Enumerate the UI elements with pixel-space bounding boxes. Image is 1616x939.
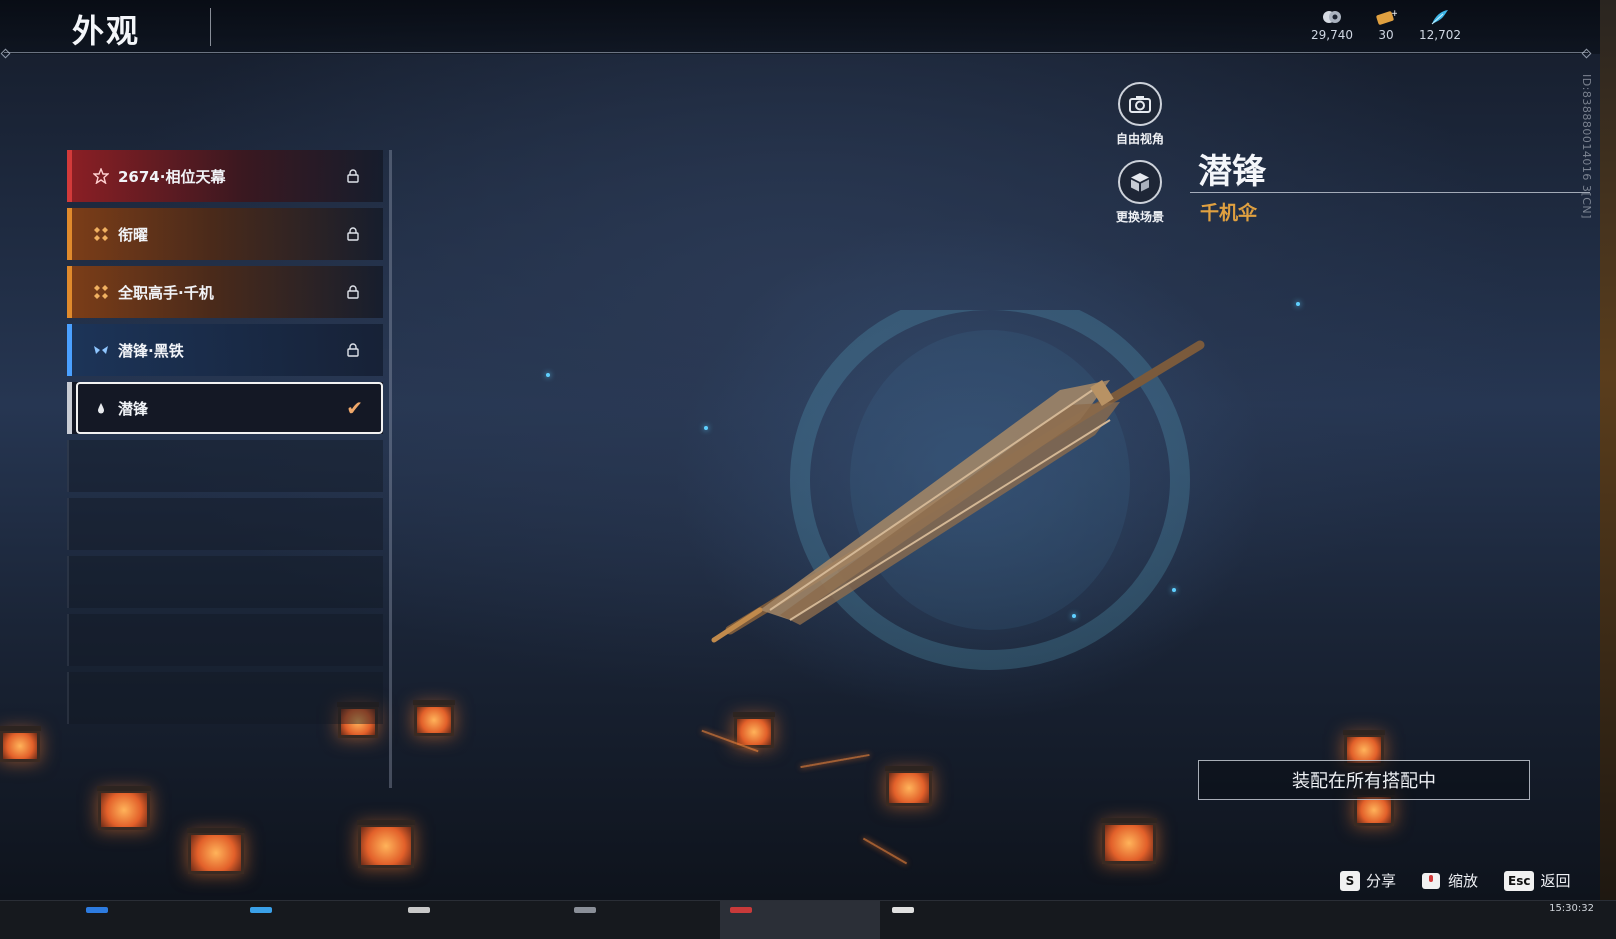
skin-item-qianfeng[interactable]: 潜锋 ✔ — [67, 382, 383, 434]
zoom-hint[interactable]: 缩放 — [1420, 870, 1478, 891]
free-camera-button[interactable]: 自由视角 — [1095, 82, 1185, 147]
mouse-icon — [1420, 871, 1442, 891]
feather-icon — [1429, 8, 1451, 26]
change-scene-button[interactable]: 更换场景 — [1095, 160, 1185, 225]
feather-amount: 12,702 — [1419, 28, 1461, 42]
ticket-amount: 30 — [1378, 28, 1394, 42]
lantern-decor — [1101, 818, 1157, 864]
quad-diamond-icon — [90, 226, 112, 242]
back-hint[interactable]: Esc 返回 — [1504, 870, 1570, 891]
lock-icon — [345, 284, 361, 300]
title-divider — [210, 8, 211, 46]
skin-list-scrollbar[interactable] — [389, 150, 392, 788]
change-scene-label: 更换场景 — [1115, 210, 1164, 224]
skin-label: 潜锋·黑铁 — [118, 341, 184, 360]
skin-item-heitie[interactable]: 潜锋·黑铁 — [67, 324, 383, 376]
drop-icon — [90, 401, 112, 415]
light-streak — [862, 837, 908, 865]
lantern-decor — [413, 700, 455, 736]
weapon-name: 潜锋 — [1198, 152, 1266, 192]
esc-key: Esc — [1504, 870, 1535, 891]
empty-slot — [67, 498, 383, 550]
taskbar-app-icon[interactable] — [730, 907, 752, 913]
share-label: 分享 — [1366, 872, 1397, 890]
skin-item-2674[interactable]: 2674·相位天幕 — [67, 150, 383, 202]
skin-list: 2674·相位天幕 衔曜 全职高手·千机 潜锋·黑铁 潜锋 ✔ — [67, 150, 385, 730]
taskbar-app-icon[interactable] — [574, 907, 596, 913]
wings-icon — [90, 344, 112, 356]
skin-label: 全职高手·千机 — [118, 283, 214, 302]
lantern-decor — [0, 726, 41, 762]
quad-diamond-icon — [90, 284, 112, 300]
header-divider — [4, 52, 1588, 53]
window-edge — [1600, 0, 1616, 939]
coin-amount: 29,740 — [1311, 28, 1353, 42]
free-camera-label: 自由视角 — [1115, 132, 1164, 146]
taskbar-clock[interactable]: 15:30:32 — [1549, 903, 1594, 914]
lock-icon — [345, 342, 361, 358]
skin-label: 2674·相位天幕 — [118, 167, 226, 186]
taskbar-app-icon[interactable] — [892, 907, 914, 913]
empty-slot — [67, 440, 383, 492]
os-taskbar: 15:30:32 — [0, 900, 1616, 939]
ticket-icon: + — [1375, 8, 1397, 26]
skin-label: 衔曜 — [118, 225, 149, 244]
lantern-decor — [885, 766, 933, 806]
spark — [1296, 302, 1300, 306]
coin-icon — [1321, 8, 1343, 26]
skin-item-xianyao[interactable]: 衔曜 — [67, 208, 383, 260]
svg-text:+: + — [1391, 9, 1397, 19]
taskbar-app-icon[interactable] — [86, 907, 108, 913]
star-icon — [90, 168, 112, 184]
share-hint[interactable]: S 分享 — [1340, 870, 1396, 891]
share-key: S — [1340, 870, 1360, 891]
weapon-model — [711, 310, 1205, 670]
player-id: ID:838880014016 3[CN] — [1580, 74, 1593, 219]
skin-item-qianji[interactable]: 全职高手·千机 — [67, 266, 383, 318]
back-label: 返回 — [1540, 872, 1571, 890]
empty-slot — [67, 556, 383, 608]
taskbar-app-icon[interactable] — [250, 907, 272, 913]
currency-feathers[interactable]: 12,702 — [1410, 8, 1470, 42]
skin-label: 潜锋 — [118, 399, 149, 418]
currency-tickets[interactable]: + 30 — [1356, 8, 1416, 42]
check-icon: ✔ — [346, 396, 363, 420]
lock-icon — [345, 168, 361, 184]
equip-all-button[interactable]: 装配在所有搭配中 — [1198, 760, 1530, 800]
zoom-label: 缩放 — [1448, 872, 1479, 890]
empty-slot — [67, 672, 383, 724]
weapon-type: 千机伞 — [1200, 202, 1258, 224]
lock-icon — [345, 226, 361, 242]
taskbar-app-icon[interactable] — [408, 907, 430, 913]
lantern-decor — [97, 786, 151, 830]
lantern-decor — [187, 828, 245, 874]
camera-icon — [1118, 82, 1162, 126]
empty-slot — [67, 614, 383, 666]
lantern-decor — [357, 820, 415, 868]
light-streak — [800, 753, 870, 769]
top-bar: 外观 29,740 + 30 12,702 — [0, 0, 1600, 54]
currency-coins[interactable]: 29,740 — [1302, 8, 1362, 42]
page-title: 外观 — [72, 12, 141, 50]
weapon-name-divider — [1190, 192, 1590, 193]
cube-icon — [1118, 160, 1162, 204]
spark — [546, 373, 550, 377]
